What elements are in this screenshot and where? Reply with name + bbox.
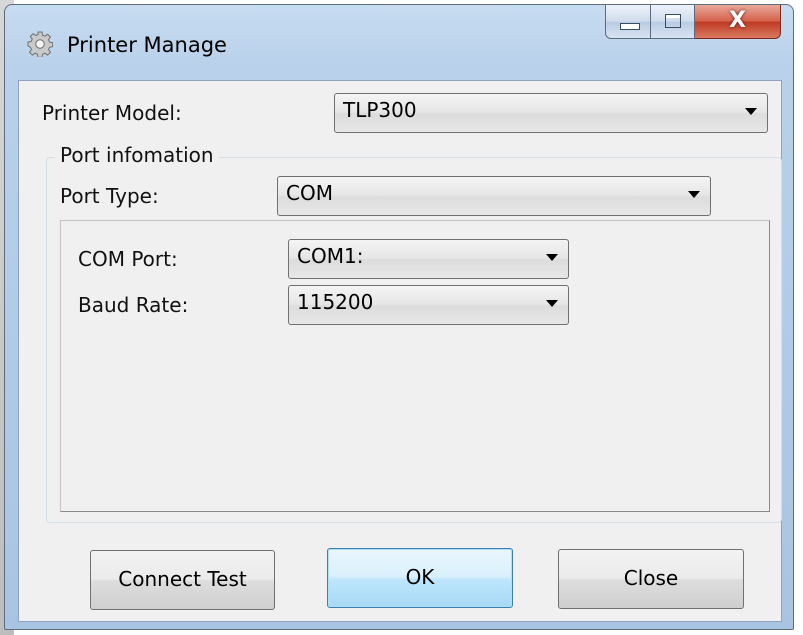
close-button[interactable]: Close: [558, 549, 744, 609]
connect-test-button[interactable]: Connect Test: [90, 550, 275, 610]
maximize-button[interactable]: [651, 5, 695, 39]
chevron-down-icon: [688, 191, 700, 198]
dialog-client-area: Printer Model: TLP300 Port infomation Po…: [18, 80, 782, 622]
window-title: Printer Manage: [67, 33, 227, 57]
chevron-down-icon: [745, 108, 757, 115]
maximize-icon: [665, 14, 681, 28]
ok-button[interactable]: OK: [327, 548, 513, 608]
baud-rate-value: 115200: [297, 290, 374, 314]
com-port-label: COM Port:: [78, 247, 178, 271]
title-bar[interactable]: Printer Manage X: [5, 5, 793, 81]
chevron-down-icon: [546, 300, 558, 307]
port-type-label: Port Type:: [60, 184, 159, 208]
printer-manage-dialog: Printer Manage X Printer Model: TLP300 P…: [4, 4, 794, 630]
port-type-value: COM: [286, 181, 333, 205]
minimize-button[interactable]: [605, 5, 651, 39]
close-icon: X: [729, 8, 746, 33]
window-controls: X: [605, 5, 781, 41]
com-port-dropdown[interactable]: COM1:: [288, 239, 569, 279]
printer-model-value: TLP300: [343, 98, 417, 122]
printer-model-dropdown[interactable]: TLP300: [334, 93, 768, 133]
com-port-value: COM1:: [297, 244, 364, 268]
gear-icon: [27, 31, 53, 57]
printer-model-label: Printer Model:: [42, 101, 182, 125]
baud-rate-label: Baud Rate:: [78, 293, 189, 317]
com-settings-panel: COM Port: COM1: Baud Rate: 115200: [60, 220, 770, 512]
port-group-title: Port infomation: [55, 143, 219, 167]
minimize-icon: [620, 23, 640, 30]
baud-rate-dropdown[interactable]: 115200: [288, 285, 569, 325]
chevron-down-icon: [546, 254, 558, 261]
port-type-dropdown[interactable]: COM: [277, 176, 711, 216]
close-window-button[interactable]: X: [695, 5, 781, 39]
